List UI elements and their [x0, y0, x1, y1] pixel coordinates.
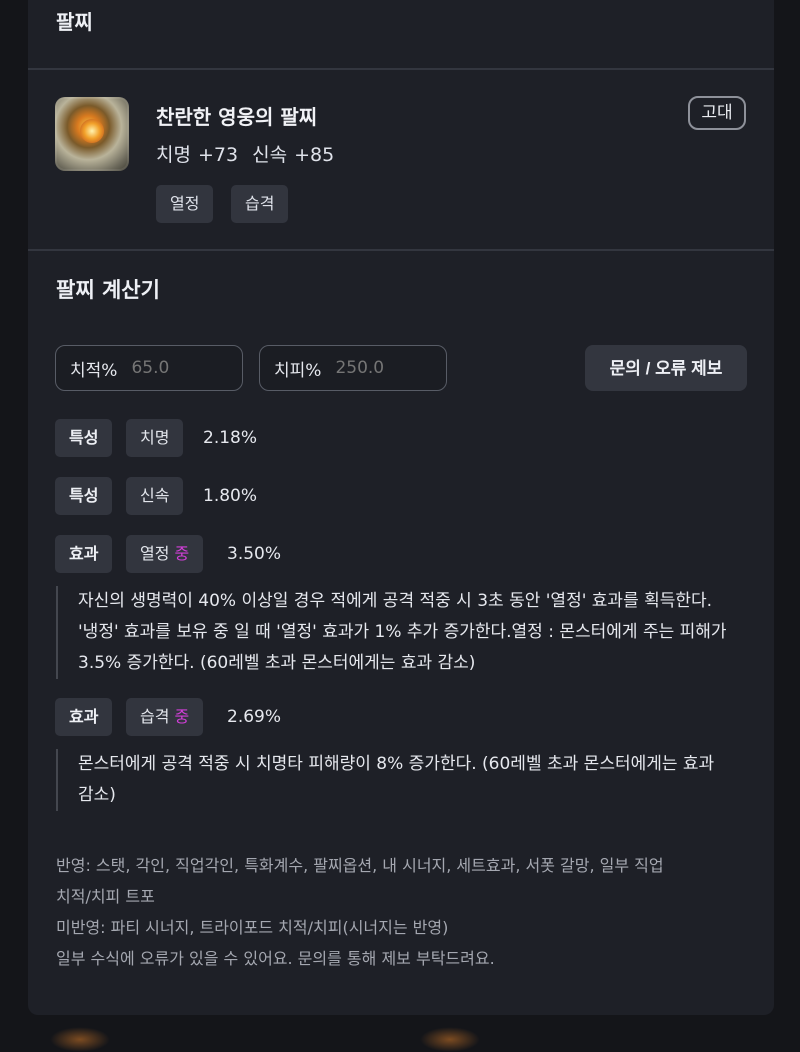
divider — [28, 68, 774, 70]
description-line: 몬스터에게 공격 적중 시 치명타 피해량이 8% 증가한다. (60레벨 초과… — [78, 754, 715, 774]
next-card-glow — [50, 1027, 110, 1052]
crit-rate-label: 치적% — [70, 360, 118, 381]
section-title-bracelet: 팔찌 — [56, 10, 93, 34]
calculator-title: 팔찌 계산기 — [56, 278, 160, 302]
effect-name: 열정 — [140, 544, 170, 563]
effect-description: 자신의 생명력이 40% 이상일 경우 적에게 공격 적중 시 3초 동안 '열… — [56, 586, 756, 679]
next-card-glow — [420, 1027, 480, 1052]
item-tag: 열정 — [156, 185, 214, 223]
note-line: 반영: 스탯, 각인, 직업각인, 특화계수, 팔찌옵션, 내 시너지, 세트효… — [56, 856, 664, 875]
item-stat: 치명 +73 — [156, 144, 239, 166]
crit-damage-input[interactable] — [335, 358, 426, 378]
row-type-chip: 효과 — [55, 535, 113, 573]
divider — [28, 249, 774, 251]
effect-description: 몬스터에게 공격 적중 시 치명타 피해량이 8% 증가한다. (60레벨 초과… — [56, 749, 756, 811]
crit-damage-field[interactable]: 치피% — [259, 345, 447, 391]
row-name-chip: 습격 중 — [126, 698, 204, 736]
item-stat: 신속 +85 — [252, 144, 335, 166]
description-line: 3.5% 증가한다. (60레벨 초과 몬스터에게는 효과 감소) — [78, 653, 476, 673]
row-type-chip: 효과 — [55, 698, 113, 736]
item-name: 찬란한 영웅의 팔찌 — [156, 105, 318, 129]
row-type-chip: 특성 — [55, 419, 113, 457]
row-name-chip: 열정 중 — [126, 535, 204, 573]
bracelet-icon — [55, 97, 129, 171]
crit-rate-field[interactable]: 치적% — [55, 345, 243, 391]
item-tag: 습격 — [231, 185, 289, 223]
note-line: 미반영: 파티 시너지, 트라이포드 치적/치피(시너지는 반영) — [56, 918, 449, 937]
item-stats: 치명 +73 신속 +85 — [156, 140, 334, 167]
crit-damage-label: 치피% — [274, 360, 322, 381]
description-line: 자신의 생명력이 40% 이상일 경우 적에게 공격 적중 시 3초 동안 '열… — [78, 591, 713, 611]
effect-level: 중 — [174, 707, 190, 726]
row-value: 2.18% — [203, 428, 258, 448]
grade-badge: 고대 — [688, 96, 746, 130]
row-type-chip: 특성 — [55, 477, 113, 515]
row-name-chip: 신속 — [126, 477, 184, 515]
row-value: 3.50% — [227, 544, 282, 564]
crit-rate-input[interactable] — [131, 358, 222, 378]
row-value: 1.80% — [203, 486, 258, 506]
effect-name: 습격 — [140, 707, 170, 726]
effect-level: 중 — [174, 544, 190, 563]
bracelet-card: 팔찌 찬란한 영웅의 팔찌 치명 +73 신속 +85 고대 열정 습격 팔찌 계… — [28, 0, 774, 1015]
note-line: 일부 수식에 오류가 있을 수 있어요. 문의를 통해 제보 부탁드려요. — [56, 949, 495, 968]
description-line: 감소) — [78, 785, 116, 805]
row-name-chip: 치명 — [126, 419, 184, 457]
note-line: 치적/치피 트포 — [56, 887, 155, 906]
report-button[interactable]: 문의 / 오류 제보 — [585, 345, 747, 391]
description-line: '냉정' 효과를 보유 중 일 때 '열정' 효과가 1% 추가 증가한다.열정… — [78, 622, 727, 642]
row-value: 2.69% — [227, 707, 282, 727]
